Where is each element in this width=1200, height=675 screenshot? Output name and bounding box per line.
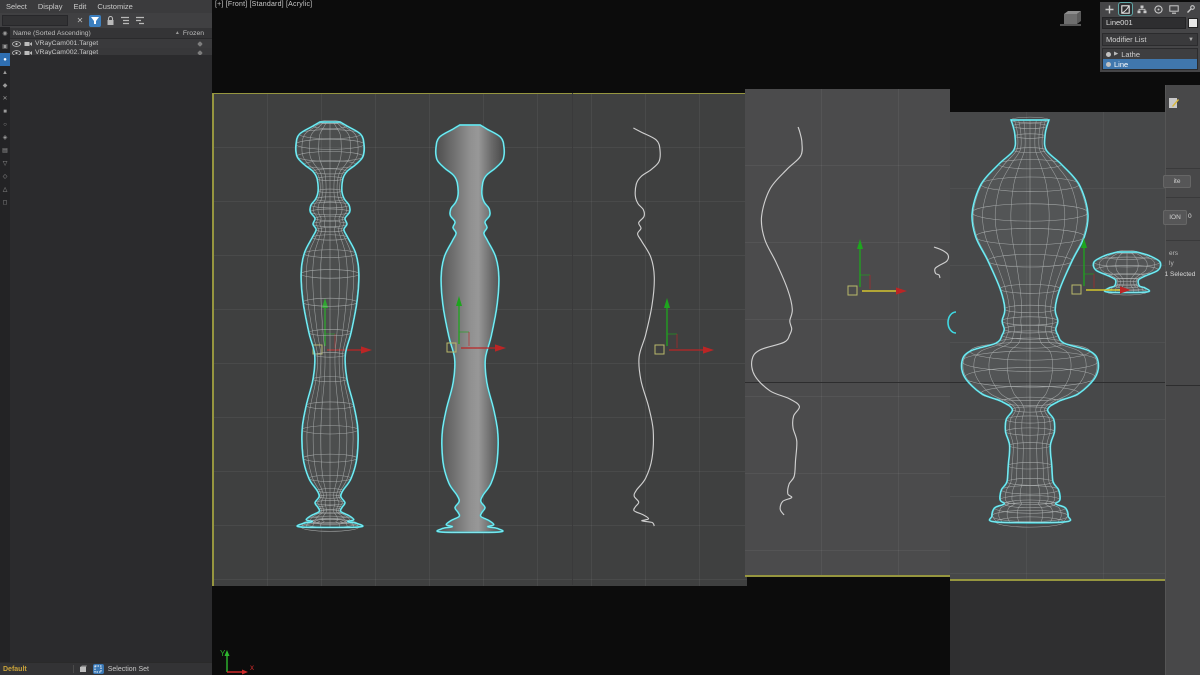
viewport-view-label[interactable]: [Front] — [226, 1, 248, 8]
tab-hierarchy[interactable] — [1135, 3, 1148, 15]
side-tool-icon[interactable]: ◆ — [0, 79, 10, 92]
lathe-profile-spline[interactable] — [752, 127, 803, 515]
camera-target-icon — [24, 41, 32, 47]
viewcube-home-icon[interactable] — [1058, 8, 1084, 30]
lathe-profile-spline[interactable] — [934, 247, 948, 278]
cube-glyph — [79, 665, 87, 673]
funnel-glyph — [90, 16, 100, 26]
side-tool-icon[interactable]: ◇ — [0, 170, 10, 183]
side-tool-icon[interactable]: △ — [0, 183, 10, 196]
stack-item-lathe[interactable]: ▶ Lathe — [1103, 49, 1197, 59]
hierarchy-icon — [1137, 5, 1147, 14]
create-plus-icon — [1105, 5, 1114, 14]
command-panel-tabs — [1100, 2, 1200, 16]
viewport-menu-plus[interactable]: [+] — [215, 1, 224, 8]
viewport-label[interactable]: [+] [Front] [Standard] [Acrylic] — [215, 1, 312, 8]
shaded-lathe-object[interactable] — [436, 125, 504, 532]
wireframe-lathe-object[interactable] — [962, 117, 1099, 527]
utilities-wrench-icon — [1186, 5, 1195, 14]
scene-explorer-toolbar: ✕ — [0, 13, 212, 28]
modifier-list-label: Modifier List — [1106, 35, 1146, 44]
modifier-list-dropdown[interactable]: Modifier List ▼ — [1102, 33, 1198, 46]
explorer-side-toolbar: ◉▣●▲◆✕■○◈▤▽◇△◻ — [0, 27, 10, 663]
side-tool-icon[interactable]: ○ — [0, 118, 10, 131]
padlock-glyph — [106, 16, 115, 26]
object-name-field[interactable]: Line001 — [1102, 17, 1186, 29]
status-bar: Default Selection Set — [0, 662, 215, 675]
menu-select[interactable]: Select — [6, 2, 27, 11]
cube-tool-icon[interactable] — [78, 664, 89, 674]
modifier-toggle-icon[interactable] — [1106, 62, 1111, 67]
side-tool-icon[interactable]: ◈ — [0, 131, 10, 144]
selection-edge-fragment — [948, 312, 956, 333]
scene-canvas[interactable] — [212, 0, 1200, 675]
display-filter-icon[interactable] — [89, 15, 101, 27]
status-default-label: Default — [3, 666, 27, 673]
axis-y-label: Y — [220, 649, 226, 658]
side-tool-icon[interactable]: ◻ — [0, 196, 10, 209]
tab-motion[interactable] — [1152, 3, 1165, 15]
frozen-toggle-icon[interactable] — [197, 41, 203, 47]
menu-customize[interactable]: Customize — [97, 2, 132, 11]
layer-list-icon[interactable] — [134, 15, 146, 27]
selection-glyph — [94, 665, 102, 673]
move-gizmo[interactable] — [848, 239, 907, 295]
wireframe-lathe-object[interactable] — [1093, 251, 1160, 295]
move-gizmo[interactable] — [655, 298, 714, 354]
tab-modify[interactable] — [1119, 3, 1132, 15]
scene-explorer-menubar: Select Display Edit Customize — [0, 0, 212, 13]
side-tool-icon[interactable]: ◉ — [0, 27, 10, 40]
viewport-style-label[interactable]: [Acrylic] — [286, 1, 312, 8]
axis-x-label: x — [250, 663, 254, 672]
eye-icon[interactable] — [12, 41, 21, 47]
side-tool-icon[interactable]: ▲ — [0, 66, 10, 79]
command-panel: Line001 Modifier List ▼ ▶ Lathe Line — [1100, 2, 1200, 72]
scene-explorer-panel: Select Display Edit Customize ✕ — [0, 0, 213, 675]
tab-create[interactable] — [1103, 3, 1116, 15]
modifier-toggle-icon[interactable] — [1106, 52, 1111, 57]
side-tool-icon[interactable]: ■ — [0, 105, 10, 118]
selection-set-icon[interactable] — [93, 664, 104, 674]
lock-icon[interactable] — [104, 15, 116, 27]
expand-arrow-icon[interactable]: ▶ — [1114, 51, 1118, 57]
viewport-composite[interactable]: [+] [Front] [Standard] [Acrylic] ite ION… — [212, 0, 1200, 675]
menu-display[interactable]: Display — [38, 2, 63, 11]
stack-item-label[interactable]: Lathe — [1121, 50, 1140, 59]
side-tool-icon[interactable]: ✕ — [0, 92, 10, 105]
column-name-header[interactable]: Name (Sorted Ascending) — [13, 30, 91, 37]
chevron-down-icon: ▼ — [1188, 37, 1194, 43]
side-tool-icon[interactable]: ● — [0, 53, 10, 66]
side-tool-icon[interactable]: ▽ — [0, 157, 10, 170]
explorer-empty-area[interactable] — [10, 55, 212, 663]
row-label[interactable]: VRayCam001.Target — [35, 40, 98, 47]
divider — [73, 665, 74, 673]
list-lines-glyph — [120, 16, 130, 25]
modify-icon — [1121, 5, 1130, 14]
display-monitor-icon — [1169, 5, 1179, 14]
tab-utilities[interactable] — [1184, 3, 1197, 15]
clear-search-icon[interactable]: ✕ — [74, 15, 86, 27]
side-tool-icon[interactable]: ▣ — [0, 40, 10, 53]
selection-set-label: Selection Set — [108, 666, 149, 673]
motion-icon — [1154, 5, 1163, 14]
stack-item-label[interactable]: Line — [1114, 60, 1128, 69]
world-axis-tripod: Y x — [220, 646, 260, 675]
stack-item-line[interactable]: Line — [1103, 59, 1197, 69]
list-indent-glyph — [135, 16, 145, 25]
lathe-profile-spline[interactable] — [633, 128, 660, 526]
sort-arrow-icon: ▲ — [175, 30, 180, 36]
wireframe-lathe-object[interactable] — [296, 120, 364, 531]
viewport-render-label[interactable]: [Standard] — [250, 1, 284, 8]
explorer-column-headers[interactable]: Name (Sorted Ascending) ▲ Frozen — [0, 28, 212, 39]
object-color-swatch[interactable] — [1188, 18, 1198, 28]
side-tool-icon[interactable]: ▤ — [0, 144, 10, 157]
search-input[interactable] — [2, 15, 68, 26]
tab-display[interactable] — [1168, 3, 1181, 15]
table-row[interactable]: VRayCam001.Target — [0, 39, 212, 48]
sort-hierarchy-icon[interactable] — [119, 15, 131, 27]
modifier-stack: ▶ Lathe Line — [1102, 48, 1198, 70]
object-name-row: Line001 — [1100, 16, 1200, 30]
column-frozen-header[interactable]: Frozen — [183, 30, 204, 37]
menu-edit[interactable]: Edit — [73, 2, 86, 11]
